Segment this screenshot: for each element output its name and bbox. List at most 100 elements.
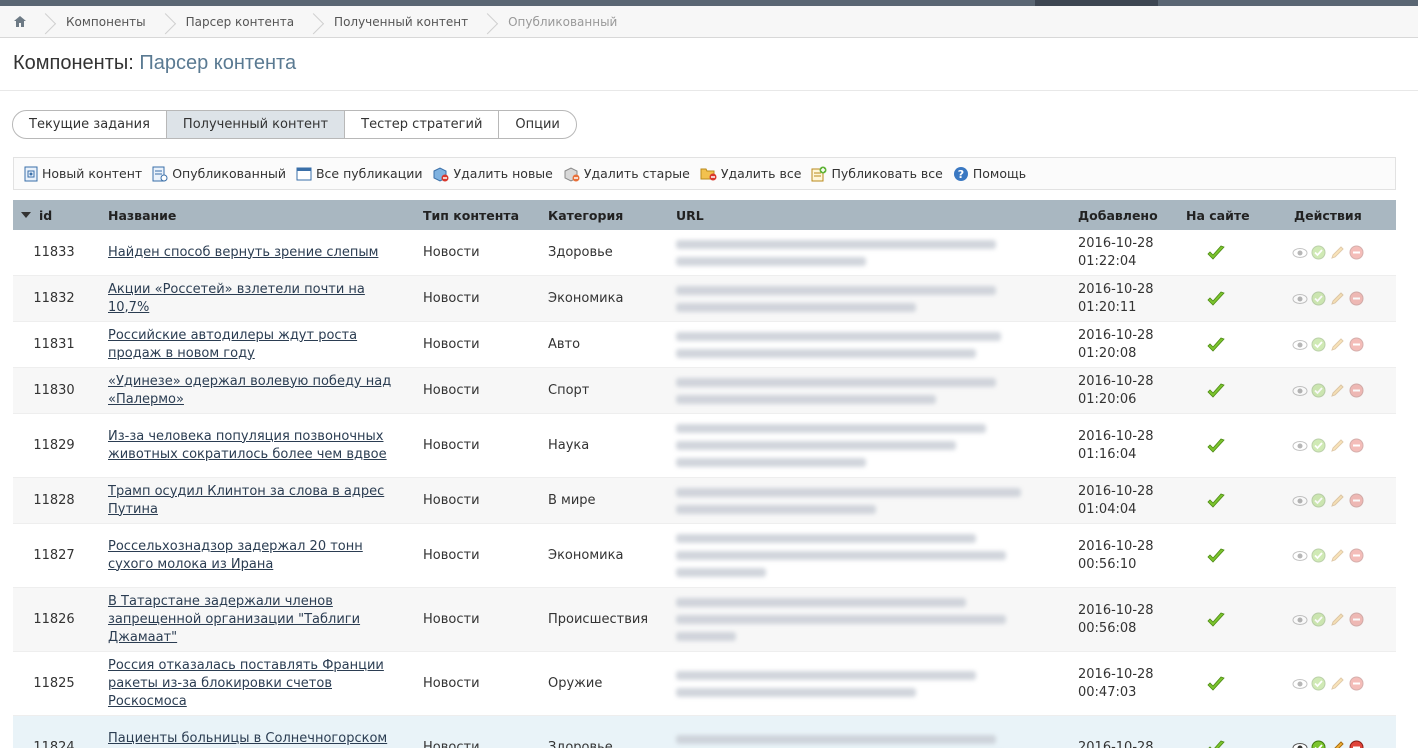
row-title-line[interactable]: Россельхознадзор задержал 20 тонн	[108, 538, 363, 556]
new-content-button[interactable]: Новый контент	[24, 166, 142, 182]
row-url[interactable]	[676, 368, 1076, 413]
row-title-line[interactable]: Путина	[108, 501, 158, 519]
row-title[interactable]: Россельхознадзор задержал 20 тонн сухого …	[108, 524, 398, 587]
edit-icon[interactable]	[1329, 244, 1346, 261]
approve-icon[interactable]	[1310, 437, 1327, 454]
row-title[interactable]: Найден способ вернуть зрение слепым	[108, 230, 398, 275]
view-icon[interactable]	[1291, 382, 1308, 399]
header-on-site[interactable]: На сайте	[1186, 200, 1250, 230]
view-icon[interactable]	[1291, 739, 1308, 748]
breadcrumb-parser[interactable]: Парсер контента	[172, 6, 308, 38]
row-title-line[interactable]: запрещенной организации "Таблиги	[108, 611, 360, 629]
view-icon[interactable]	[1291, 611, 1308, 628]
delete-icon[interactable]	[1348, 492, 1365, 509]
row-url[interactable]	[676, 276, 1076, 321]
view-icon[interactable]	[1291, 437, 1308, 454]
breadcrumb-received[interactable]: Полученный контент	[320, 6, 482, 38]
row-url[interactable]	[676, 716, 1076, 748]
delete-all-button[interactable]: Удалить все	[700, 166, 801, 181]
delete-new-button[interactable]: Удалить новые	[432, 166, 553, 182]
row-title[interactable]: Россия отказалась поставлять Франции раке…	[108, 652, 398, 715]
delete-icon[interactable]	[1348, 675, 1365, 692]
help-button[interactable]: ? Помощь	[953, 166, 1026, 182]
header-category[interactable]: Категория	[548, 200, 623, 230]
approve-icon[interactable]	[1310, 336, 1327, 353]
delete-icon[interactable]	[1348, 382, 1365, 399]
table-row[interactable]: 11832 Акции «Россетей» взлетели почти на …	[13, 276, 1396, 322]
approve-icon[interactable]	[1310, 547, 1327, 564]
row-title[interactable]: В Татарстане задержали членов запрещенной…	[108, 588, 398, 651]
row-title-line[interactable]: В Татарстане задержали членов	[108, 593, 333, 611]
row-title-line[interactable]: «Палермо»	[108, 391, 184, 409]
header-type[interactable]: Тип контента	[423, 200, 519, 230]
view-icon[interactable]	[1291, 244, 1308, 261]
header-url[interactable]: URL	[676, 200, 704, 230]
row-title-line[interactable]: ракеты из-за блокировки счетов	[108, 675, 332, 693]
row-title-line[interactable]: Российские автодилеры ждут роста	[108, 327, 357, 345]
row-title-line[interactable]: Пациенты больницы в Солнечногорском	[108, 730, 387, 748]
row-title-line[interactable]: Роскосмоса	[108, 693, 187, 711]
edit-icon[interactable]	[1329, 382, 1346, 399]
table-row[interactable]: 11826 В Татарстане задержали членов запрещ…	[13, 588, 1396, 652]
row-title[interactable]: «Удинезе» одержал волевую победу над «Пал…	[108, 368, 398, 413]
all-publications-button[interactable]: Все публикации	[296, 166, 422, 181]
row-title-line[interactable]: Из-за человека популяция позвоночных	[108, 428, 384, 446]
delete-icon[interactable]	[1348, 290, 1365, 307]
approve-icon[interactable]	[1310, 382, 1327, 399]
view-icon[interactable]	[1291, 290, 1308, 307]
row-url[interactable]	[676, 322, 1076, 367]
approve-icon[interactable]	[1310, 675, 1327, 692]
view-icon[interactable]	[1291, 492, 1308, 509]
view-icon[interactable]	[1291, 547, 1308, 564]
breadcrumb-home[interactable]	[0, 6, 40, 38]
tab-options[interactable]: Опции	[499, 111, 575, 138]
delete-icon[interactable]	[1348, 437, 1365, 454]
row-url[interactable]	[676, 524, 1076, 587]
approve-icon[interactable]	[1310, 611, 1327, 628]
row-title-line[interactable]: животных сократилось более чем вдвое	[108, 446, 387, 464]
row-url[interactable]	[676, 414, 1076, 477]
row-url[interactable]	[676, 588, 1076, 651]
published-button[interactable]: Опубликованный	[152, 166, 286, 182]
edit-icon[interactable]	[1329, 739, 1346, 748]
edit-icon[interactable]	[1329, 547, 1346, 564]
delete-icon[interactable]	[1348, 547, 1365, 564]
row-title-line[interactable]: Джамаат"	[108, 629, 177, 647]
table-row[interactable]: 11830 «Удинезе» одержал волевую победу на…	[13, 368, 1396, 414]
header-name[interactable]: Название	[108, 200, 176, 230]
edit-icon[interactable]	[1329, 290, 1346, 307]
row-url[interactable]	[676, 230, 1076, 275]
tab-current-tasks[interactable]: Текущие задания	[13, 111, 167, 138]
row-title[interactable]: Трамп осудил Клинтон за слова в адрес Пут…	[108, 478, 398, 523]
table-row[interactable]: 11828 Трамп осудил Клинтон за слова в адр…	[13, 478, 1396, 524]
edit-icon[interactable]	[1329, 437, 1346, 454]
row-title-line[interactable]: Россия отказалась поставлять Франции	[108, 657, 384, 675]
table-row[interactable]: 11831 Российские автодилеры ждут роста про…	[13, 322, 1396, 368]
table-row[interactable]: 11829 Из-за человека популяция позвоночны…	[13, 414, 1396, 478]
approve-icon[interactable]	[1310, 290, 1327, 307]
row-title[interactable]: Российские автодилеры ждут роста продаж в…	[108, 322, 398, 367]
row-url[interactable]	[676, 478, 1076, 523]
row-title-line[interactable]: Трамп осудил Клинтон за слова в адрес	[108, 483, 384, 501]
delete-icon[interactable]	[1348, 739, 1365, 748]
approve-icon[interactable]	[1310, 492, 1327, 509]
row-title[interactable]: Пациенты больницы в Солнечногорскомрайон…	[108, 716, 398, 748]
row-title-line[interactable]: продаж в новом году	[108, 345, 255, 363]
view-icon[interactable]	[1291, 336, 1308, 353]
table-row[interactable]: 11833 Найден способ вернуть зрение слепым…	[13, 230, 1396, 276]
header-added[interactable]: Добавлено	[1078, 200, 1158, 230]
tab-strategy-tester[interactable]: Тестер стратегий	[345, 111, 500, 138]
delete-icon[interactable]	[1348, 244, 1365, 261]
row-title-line[interactable]: Акции «Россетей» взлетели почти на 10,7%	[108, 281, 398, 317]
delete-old-button[interactable]: Удалить старые	[563, 166, 690, 182]
delete-icon[interactable]	[1348, 336, 1365, 353]
edit-icon[interactable]	[1329, 611, 1346, 628]
edit-icon[interactable]	[1329, 336, 1346, 353]
edit-icon[interactable]	[1329, 675, 1346, 692]
view-icon[interactable]	[1291, 675, 1308, 692]
table-row[interactable]: 11825 Россия отказалась поставлять Франци…	[13, 652, 1396, 716]
row-title[interactable]: Акции «Россетей» взлетели почти на 10,7%	[108, 276, 398, 321]
approve-icon[interactable]	[1310, 244, 1327, 261]
publish-all-button[interactable]: Публиковать все	[811, 166, 943, 182]
table-row[interactable]: 11827 Россельхознадзор задержал 20 тонн су…	[13, 524, 1396, 588]
